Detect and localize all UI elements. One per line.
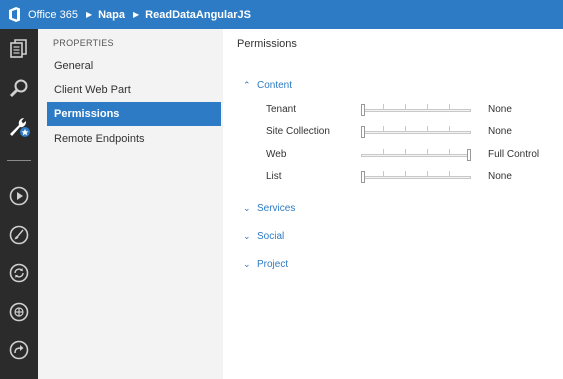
slider-tick bbox=[427, 126, 428, 131]
permission-slider-web[interactable] bbox=[361, 149, 471, 161]
section-services[interactable]: ⌄ Services bbox=[243, 203, 295, 214]
chevron-up-icon: ⌃ bbox=[243, 80, 251, 90]
slider-track bbox=[361, 131, 471, 134]
section-services-label: Services bbox=[257, 203, 296, 214]
sidebar-item-remote-endpoints[interactable]: Remote Endpoints bbox=[47, 127, 221, 151]
settings-wrench-icon[interactable] bbox=[7, 115, 31, 139]
breadcrumb-separator-icon: ▶ bbox=[133, 10, 140, 19]
slider-track bbox=[361, 109, 471, 112]
slider-thumb[interactable] bbox=[361, 171, 365, 183]
brush-icon[interactable] bbox=[7, 223, 31, 247]
office-logo-icon[interactable] bbox=[6, 7, 22, 23]
section-content-label: Content bbox=[257, 80, 293, 91]
slider-tick bbox=[449, 149, 450, 154]
permission-slider-list[interactable] bbox=[361, 171, 471, 183]
breadcrumb-napa[interactable]: Napa bbox=[98, 9, 125, 21]
slider-tick bbox=[405, 104, 406, 109]
section-project[interactable]: ⌄ Project bbox=[243, 259, 288, 270]
refresh-icon[interactable] bbox=[7, 261, 31, 285]
section-content[interactable]: ⌃ Content bbox=[243, 80, 292, 91]
slider-thumb[interactable] bbox=[467, 149, 471, 161]
documents-icon[interactable] bbox=[7, 37, 31, 61]
brand-link[interactable]: Office 365 bbox=[28, 9, 78, 21]
section-project-label: Project bbox=[257, 259, 289, 270]
sidebar-item-general[interactable]: General bbox=[47, 54, 221, 78]
slider-tick bbox=[405, 126, 406, 131]
section-social-label: Social bbox=[257, 231, 285, 242]
chevron-down-icon: ⌄ bbox=[243, 259, 251, 269]
slider-tick bbox=[383, 104, 384, 109]
permission-label: Tenant bbox=[266, 104, 297, 115]
slider-tick bbox=[383, 149, 384, 154]
chevron-down-icon: ⌄ bbox=[243, 203, 251, 213]
page-title: Permissions bbox=[237, 38, 297, 50]
slider-thumb[interactable] bbox=[361, 104, 365, 116]
section-social[interactable]: ⌄ Social bbox=[243, 231, 284, 242]
permission-label: List bbox=[266, 171, 282, 182]
permission-row-list: List None bbox=[266, 171, 563, 185]
chevron-down-icon: ⌄ bbox=[243, 231, 251, 241]
permission-slider-tenant[interactable] bbox=[361, 104, 471, 116]
share-icon[interactable] bbox=[7, 338, 31, 362]
publish-icon[interactable] bbox=[7, 300, 31, 324]
slider-tick bbox=[383, 126, 384, 131]
slider-track bbox=[361, 154, 471, 157]
sidebar-item-permissions[interactable]: Permissions bbox=[47, 102, 221, 126]
permission-label: Web bbox=[266, 149, 287, 160]
icon-rail bbox=[0, 29, 38, 379]
slider-tick bbox=[383, 171, 384, 176]
permission-value: None bbox=[488, 104, 512, 115]
slider-tick bbox=[427, 171, 428, 176]
permission-slider-site-collection[interactable] bbox=[361, 126, 471, 138]
breadcrumb-separator-icon: ▶ bbox=[85, 10, 93, 19]
slider-tick bbox=[449, 126, 450, 131]
permissions-panel: Permissions ⌃ Content Tenant None Site C… bbox=[223, 29, 563, 379]
slider-track bbox=[361, 176, 471, 179]
permission-value: Full Control bbox=[488, 149, 540, 160]
properties-sidebar: PROPERTIES General Client Web Part Permi… bbox=[38, 29, 223, 379]
rail-divider bbox=[7, 160, 31, 161]
slider-tick bbox=[405, 171, 406, 176]
slider-tick bbox=[427, 104, 428, 109]
permission-value: None bbox=[488, 126, 512, 137]
permission-value: None bbox=[488, 171, 512, 182]
top-bar: Office 365 ▶ Napa ▶ ReadDataAngularJS bbox=[0, 0, 563, 29]
breadcrumb-project[interactable]: ReadDataAngularJS bbox=[145, 9, 251, 21]
slider-tick bbox=[405, 149, 406, 154]
play-icon[interactable] bbox=[7, 184, 31, 208]
search-icon[interactable] bbox=[7, 76, 31, 100]
permission-row-web: Web Full Control bbox=[266, 149, 563, 163]
slider-tick bbox=[449, 171, 450, 176]
permission-label: Site Collection bbox=[266, 126, 330, 137]
slider-tick bbox=[427, 149, 428, 154]
slider-tick bbox=[449, 104, 450, 109]
sidebar-item-client-web-part[interactable]: Client Web Part bbox=[47, 78, 221, 102]
properties-heading: PROPERTIES bbox=[53, 38, 114, 48]
slider-thumb[interactable] bbox=[361, 126, 365, 138]
permission-row-tenant: Tenant None bbox=[266, 104, 563, 118]
permission-row-site-collection: Site Collection None bbox=[266, 126, 563, 140]
